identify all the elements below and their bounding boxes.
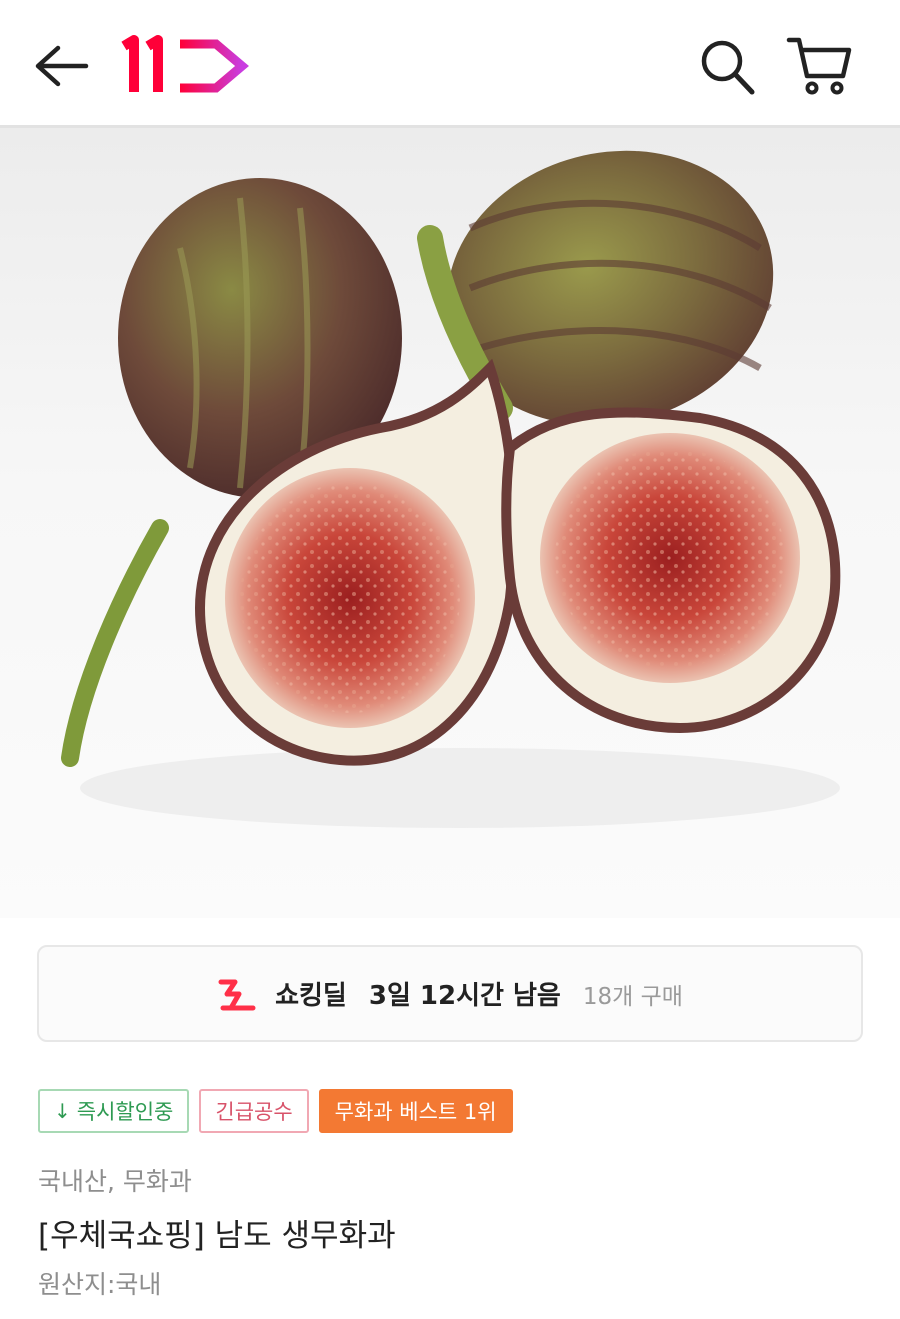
deal-name: 쇼킹딜 bbox=[275, 981, 347, 1011]
product-title: [우체국쇼핑] 남도 생무화과 bbox=[38, 1218, 396, 1254]
eleven-street-logo[interactable] bbox=[118, 34, 258, 98]
deal-purchase-count: 18개 구매 bbox=[582, 983, 683, 1010]
shocking-deal-icon bbox=[218, 979, 256, 1010]
deal-time-left: 3일 12시간 남음 bbox=[368, 981, 561, 1011]
badge-label: 즉시할인중 bbox=[76, 1100, 174, 1124]
down-arrow-icon: ↓ bbox=[54, 1099, 71, 1123]
cart-button[interactable] bbox=[785, 34, 855, 98]
badge-label: 무화과 베스트 1위 bbox=[334, 1100, 497, 1124]
figs-image bbox=[61, 150, 841, 828]
shocking-deal-banner[interactable]: 쇼킹딜 3일 12시간 남음 18개 구매 bbox=[37, 945, 863, 1042]
badge-label: 긴급공수 bbox=[215, 1100, 293, 1124]
back-button[interactable] bbox=[30, 36, 94, 96]
back-arrow-icon bbox=[35, 45, 89, 87]
search-icon bbox=[701, 40, 755, 95]
cart-icon bbox=[786, 37, 852, 95]
badge-best-rank: 무화과 베스트 1위 bbox=[318, 1089, 513, 1133]
badge-urgent-import: 긴급공수 bbox=[199, 1089, 309, 1133]
product-origin: 원산지:국내 bbox=[38, 1270, 162, 1299]
top-navigation-bar bbox=[0, 0, 900, 128]
product-image[interactable] bbox=[0, 128, 900, 918]
search-button[interactable] bbox=[696, 34, 760, 98]
badge-instant-discount: ↓ 즉시할인중 bbox=[38, 1089, 190, 1133]
product-badges: ↓ 즉시할인중 긴급공수 무화과 베스트 1위 bbox=[38, 1089, 513, 1133]
product-category: 국내산, 무화과 bbox=[38, 1167, 192, 1196]
